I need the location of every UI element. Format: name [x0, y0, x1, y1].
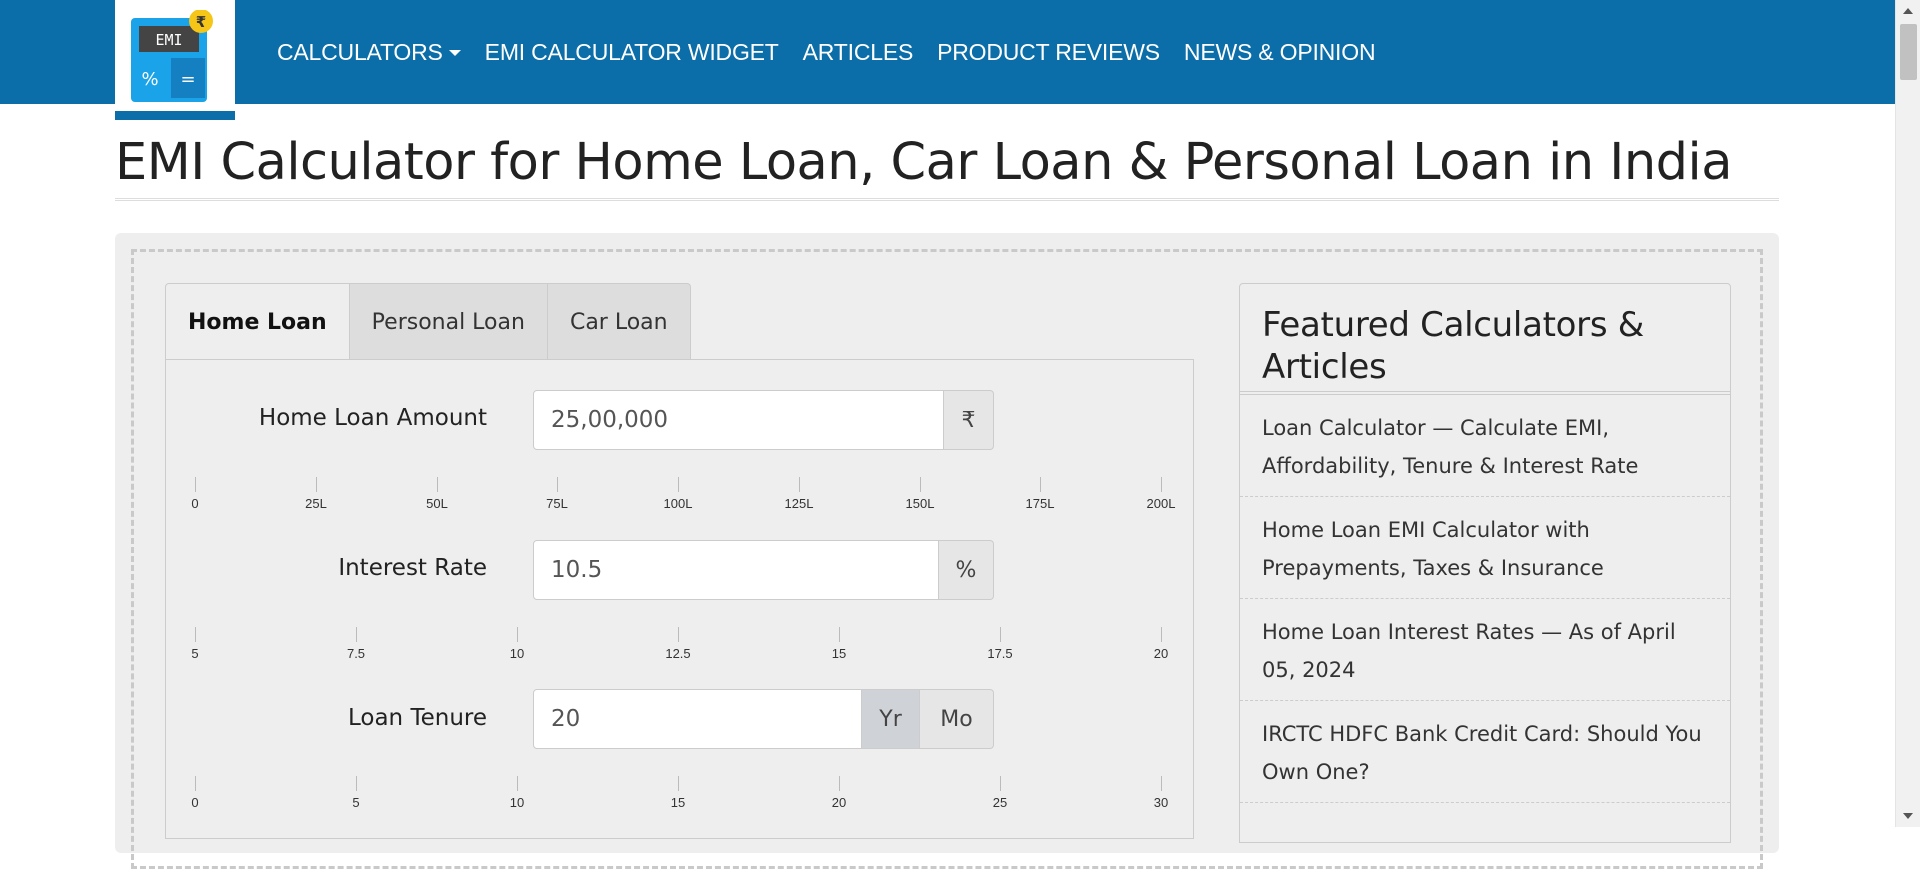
scale-tick	[839, 776, 840, 791]
scroll-down-arrow-icon[interactable]	[1903, 813, 1913, 819]
scale-tick-label: 15	[831, 646, 847, 661]
scale-tick-label: 150L	[905, 496, 935, 511]
loan-tenure-group: Yr Mo	[533, 689, 994, 749]
scroll-up-arrow-icon[interactable]	[1903, 8, 1913, 14]
scale-tick	[517, 627, 518, 642]
featured-sidebar: Featured Calculators & Articles Loan Cal…	[1239, 283, 1731, 843]
scale-tick-label: 5	[191, 646, 199, 661]
scale-tick	[1000, 776, 1001, 791]
scale-tick-label: 75L	[546, 496, 568, 511]
loan-tenure-input[interactable]	[533, 689, 862, 749]
scale-tick	[1161, 627, 1162, 642]
tenure-unit-year-button[interactable]: Yr	[862, 689, 920, 749]
featured-link-home-loan-emi[interactable]: Home Loan EMI Calculator with Prepayment…	[1240, 497, 1730, 599]
scroll-thumb[interactable]	[1900, 24, 1917, 80]
scale-tick	[517, 776, 518, 791]
nav-emi-calculator-widget[interactable]: EMI CALCULATOR WIDGET	[485, 39, 779, 66]
scale-tick-label: 0	[191, 795, 199, 810]
tab-home-loan[interactable]: Home Loan	[165, 283, 350, 361]
scale-tick	[1161, 776, 1162, 791]
top-navbar: EMI % = ₹ CALCULATORS EMI CALCULATOR WID…	[0, 0, 1895, 120]
scale-tick	[678, 627, 679, 642]
scale-tick-label: 25L	[305, 496, 327, 511]
vertical-scrollbar[interactable]	[1895, 0, 1920, 827]
caret-down-icon	[448, 50, 461, 57]
loan-amount-input[interactable]	[533, 390, 944, 450]
featured-link-interest-rates[interactable]: Home Loan Interest Rates — As of April 0…	[1240, 599, 1730, 701]
scale-tick	[195, 627, 196, 642]
loan-type-tabs: Home Loan Personal Loan Car Loan	[165, 283, 691, 361]
main-nav: CALCULATORS EMI CALCULATOR WIDGET ARTICL…	[277, 0, 1399, 104]
scale-tick-label: 20	[831, 795, 847, 810]
scale-tick-label: 0	[191, 496, 199, 511]
loan-amount-label: Home Loan Amount	[258, 405, 487, 431]
percent-icon: %	[939, 540, 994, 600]
interest-rate-scale[interactable]: 5 7.5 10 12.5 15 17.5 20	[191, 627, 1168, 661]
loan-tenure-label: Loan Tenure	[347, 705, 487, 731]
interest-rate-group: %	[533, 540, 994, 600]
featured-link-irctc-card[interactable]: IRCTC HDFC Bank Credit Card: Should You …	[1240, 701, 1730, 803]
scale-tick-label: 5	[352, 795, 360, 810]
scale-tick-label: 100L	[663, 496, 693, 511]
featured-link-loan-calculator[interactable]: Loan Calculator — Calculate EMI, Afforda…	[1240, 395, 1730, 497]
svg-text:=: =	[180, 69, 195, 90]
scale-tick	[195, 477, 196, 492]
scale-tick-label: 15	[670, 795, 686, 810]
scale-tick-label: 20	[1153, 646, 1169, 661]
featured-list: Loan Calculator — Calculate EMI, Afforda…	[1240, 395, 1730, 803]
scale-tick-label: 30	[1153, 795, 1169, 810]
scale-tick	[557, 477, 558, 492]
scale-tick	[839, 627, 840, 642]
scale-tick-label: 7.5	[346, 646, 366, 661]
tenure-unit-month-button[interactable]: Mo	[920, 689, 994, 749]
scale-tick	[678, 776, 679, 791]
scale-tick	[356, 776, 357, 791]
scale-tick	[437, 477, 438, 492]
page-title: EMI Calculator for Home Loan, Car Loan &…	[115, 133, 1732, 192]
rupee-icon: ₹	[944, 390, 994, 450]
scale-tick-label: 125L	[784, 496, 814, 511]
scale-tick-label: 10	[509, 646, 525, 661]
scale-tick-label: 10	[509, 795, 525, 810]
svg-text:EMI: EMI	[155, 31, 182, 49]
tab-personal-loan[interactable]: Personal Loan	[349, 283, 548, 361]
scale-tick	[1000, 627, 1001, 642]
nav-news-opinion[interactable]: NEWS & OPINION	[1184, 39, 1376, 66]
interest-rate-input[interactable]	[533, 540, 939, 600]
tab-car-loan[interactable]: Car Loan	[547, 283, 691, 361]
nav-articles[interactable]: ARTICLES	[803, 39, 914, 66]
title-divider	[115, 198, 1779, 201]
scale-tick	[920, 477, 921, 492]
loan-tenure-scale[interactable]: 0 5 10 15 20 25 30	[191, 776, 1168, 810]
scale-tick-label: 200L	[1146, 496, 1176, 511]
loan-amount-group: ₹	[533, 390, 994, 450]
scale-tick-label: 25	[992, 795, 1008, 810]
svg-text:%: %	[141, 69, 158, 90]
nav-product-reviews[interactable]: PRODUCT REVIEWS	[937, 39, 1160, 66]
scale-tick	[1161, 477, 1162, 492]
svg-text:₹: ₹	[196, 13, 206, 31]
scale-tick	[799, 477, 800, 492]
site-logo[interactable]: EMI % = ₹	[115, 0, 235, 120]
sidebar-title: Featured Calculators & Articles	[1262, 305, 1644, 387]
scale-tick	[316, 477, 317, 492]
scale-tick	[356, 627, 357, 642]
scale-tick-label: 50L	[426, 496, 448, 511]
calculator-logo-icon: EMI % = ₹	[131, 10, 213, 102]
nav-calculators[interactable]: CALCULATORS	[277, 39, 461, 66]
nav-calculators-label: CALCULATORS	[277, 38, 443, 65]
loan-amount-scale[interactable]: 0 25L 50L 75L 100L 125L 150L 175L 200L	[191, 477, 1175, 511]
scale-tick	[678, 477, 679, 492]
scale-tick	[1040, 477, 1041, 492]
scale-tick-label: 12.5	[665, 646, 691, 661]
interest-rate-label: Interest Rate	[338, 555, 487, 581]
scale-tick-label: 175L	[1025, 496, 1055, 511]
scale-tick-label: 17.5	[987, 646, 1013, 661]
scale-tick	[195, 776, 196, 791]
